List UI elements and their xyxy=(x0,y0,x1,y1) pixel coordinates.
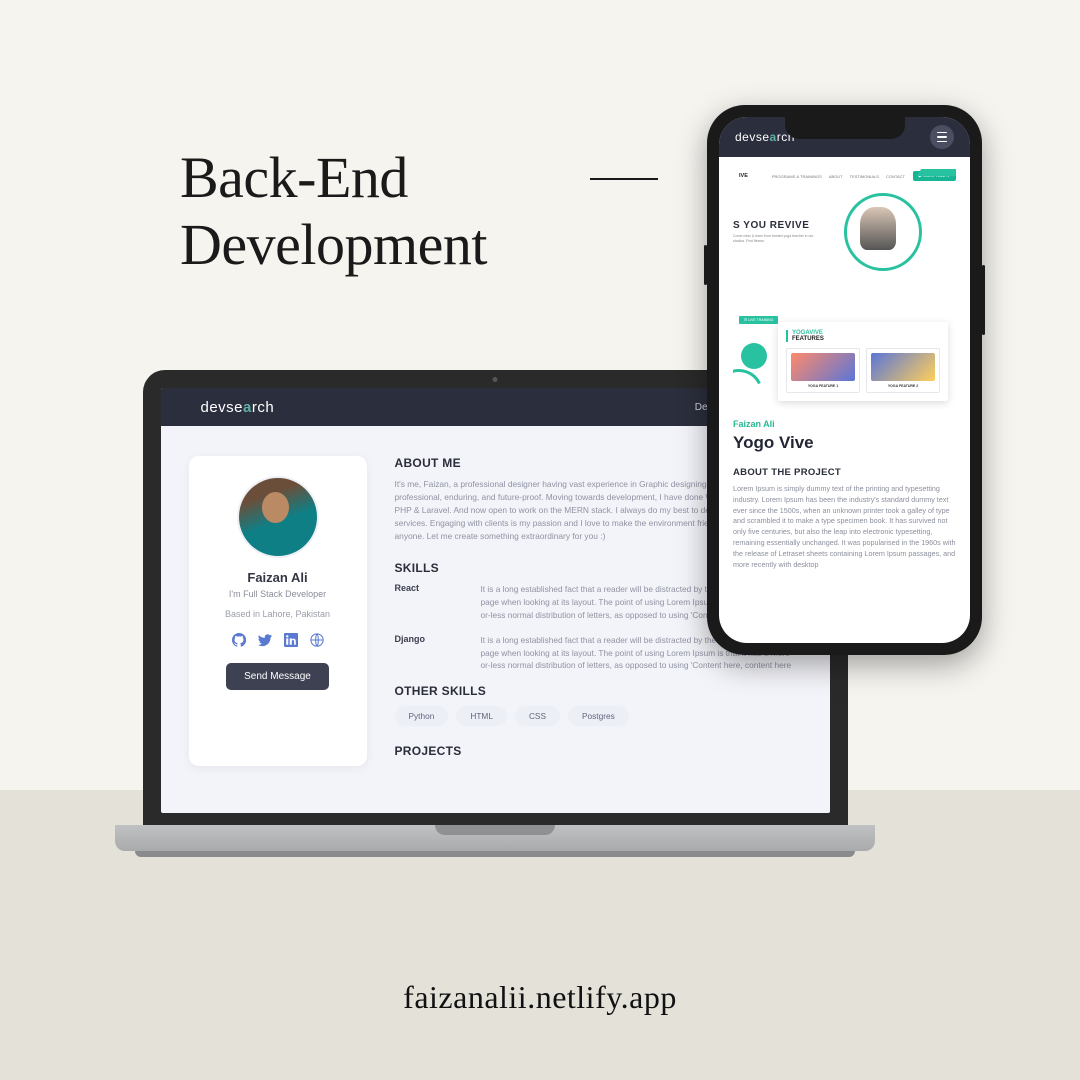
preview-hero: S YOU REVIVE Come relax & learn from tru… xyxy=(733,193,956,271)
phone-screen: devsearch IVE PROGRAMS & TRAININGS ABOUT… xyxy=(719,117,970,643)
feature-label: YOGA FEATURE 1 xyxy=(791,384,855,388)
project-preview: IVE PROGRAMS & TRAININGS ABOUT TESTIMONI… xyxy=(733,169,956,409)
chip: Postgres xyxy=(568,706,629,726)
preview-menu: PROGRAMS & TRAININGS ABOUT TESTIMONIALS … xyxy=(772,174,905,179)
preview-heading: S YOU REVIVE xyxy=(733,220,836,231)
footer-url: faizanalii.netlify.app xyxy=(0,979,1080,1016)
profile-location: Based in Lahore, Pakistan xyxy=(203,609,353,619)
chips-row: Python HTML CSS Postgres xyxy=(395,706,802,726)
laptop-foot xyxy=(135,851,855,857)
hamburger-icon[interactable] xyxy=(930,125,954,149)
preview-logo-text: IVE xyxy=(739,173,748,179)
headline-dash xyxy=(590,178,658,180)
github-icon[interactable] xyxy=(232,633,246,647)
about-project-text: Lorem Ipsum is simply dummy text of the … xyxy=(733,484,956,570)
globe-icon[interactable] xyxy=(310,633,324,647)
accent-shape xyxy=(917,169,956,176)
feature-label: YOGA FEATURE 2 xyxy=(871,384,935,388)
project-author[interactable]: Faizan Ali xyxy=(733,419,956,429)
headline-line1: Back-End xyxy=(180,145,408,210)
chip: Python xyxy=(395,706,449,726)
chip: HTML xyxy=(456,706,507,726)
projects-title: PROJECTS xyxy=(395,744,802,758)
send-message-button[interactable]: Send Message xyxy=(226,663,329,690)
profile-role: I'm Full Stack Developer xyxy=(203,589,353,599)
linkedin-icon[interactable] xyxy=(284,633,298,647)
twitter-icon[interactable] xyxy=(258,633,272,647)
hero-image-circle xyxy=(844,193,922,271)
skill-name: Django xyxy=(395,634,447,673)
profile-name: Faizan Ali xyxy=(203,570,353,585)
decor-arc xyxy=(733,362,770,409)
other-skills-title: OTHER SKILLS xyxy=(395,684,802,698)
preview-hero-text: S YOU REVIVE Come relax & learn from tru… xyxy=(733,220,836,244)
avatar xyxy=(237,476,319,558)
features-title-b: FEATURES xyxy=(792,336,824,342)
feature-illustration xyxy=(791,353,855,381)
headline-line2: Development xyxy=(180,212,487,277)
laptop-camera-icon xyxy=(493,377,498,382)
project-title: Yogo Vive xyxy=(733,433,956,453)
decor-circle xyxy=(741,343,767,369)
features-title: YOGAVIVE FEATURES xyxy=(786,330,940,342)
live-training-chip: ☰ LIVE TRAINING xyxy=(739,316,778,324)
social-icons xyxy=(203,633,353,647)
chip: CSS xyxy=(515,706,560,726)
feature-card: YOGA FEATURE 2 xyxy=(866,348,940,393)
about-project-title: ABOUT THE PROJECT xyxy=(733,467,956,478)
feature-card: YOGA FEATURE 1 xyxy=(786,348,860,393)
skill-name: React xyxy=(395,583,447,622)
features-card: YOGAVIVE FEATURES YOGA FEATURE 1 YOGA FE… xyxy=(778,322,948,401)
preview-menu-item[interactable]: TESTIMONIALS xyxy=(850,174,879,179)
brand-logo[interactable]: devsearch xyxy=(201,399,275,416)
headline: Back-End Development xyxy=(180,145,487,278)
phone-mockup: devsearch IVE PROGRAMS & TRAININGS ABOUT… xyxy=(707,105,982,655)
preview-menu-item[interactable]: CONTACT xyxy=(886,174,905,179)
phone-notch xyxy=(785,117,905,139)
preview-menu-item[interactable]: PROGRAMS & TRAININGS xyxy=(772,174,822,179)
profile-card: Faizan Ali I'm Full Stack Developer Base… xyxy=(189,456,367,766)
phone-body: IVE PROGRAMS & TRAININGS ABOUT TESTIMONI… xyxy=(719,157,970,580)
laptop-base xyxy=(115,825,875,851)
feature-illustration xyxy=(871,353,935,381)
features-row: YOGA FEATURE 1 YOGA FEATURE 2 xyxy=(786,348,940,393)
preview-sub: Come relax & learn from trusted yoga tea… xyxy=(733,234,815,244)
preview-menu-item[interactable]: ABOUT xyxy=(829,174,843,179)
